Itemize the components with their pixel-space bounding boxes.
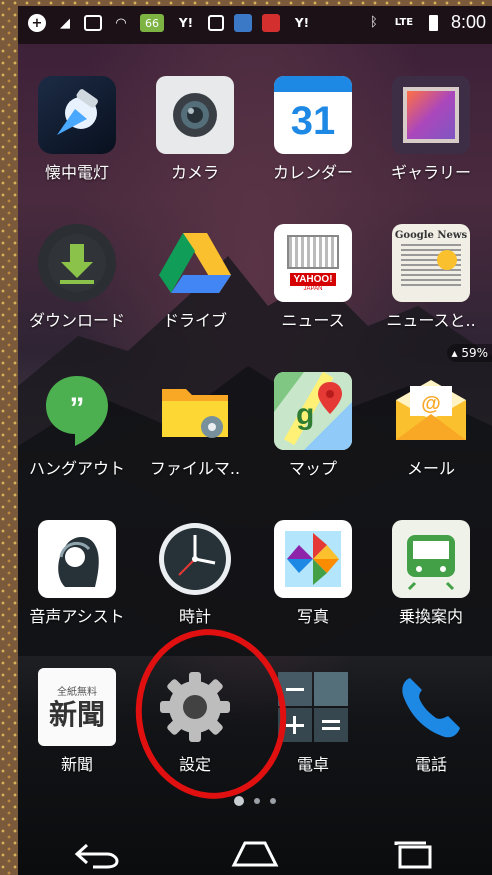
page-dot — [254, 798, 260, 804]
recents-button[interactable] — [373, 831, 453, 875]
plus-icon: + — [28, 14, 46, 32]
app-label: マップ — [288, 459, 337, 478]
app-file-manager[interactable]: ファイルマ.. — [136, 372, 254, 478]
app-calendar[interactable]: 31 カレンダー — [254, 76, 372, 182]
app-label: ハングアウト — [28, 459, 125, 478]
app-label: 写真 — [296, 607, 329, 626]
calendar-icon: 31 — [274, 76, 352, 154]
app-label: 乗換案内 — [398, 607, 463, 626]
gallery-icon — [392, 76, 470, 154]
app-transit[interactable]: 乗換案内 — [372, 520, 490, 626]
google-news-title: Google News — [394, 230, 468, 241]
drive-icon — [156, 224, 234, 302]
newspaper-top-text: 全紙無料 — [57, 686, 97, 698]
app-maps[interactable]: g マップ — [254, 372, 372, 478]
app-camera[interactable]: カメラ — [136, 76, 254, 182]
mail-icon: @ — [392, 372, 470, 450]
app-voice-assist[interactable]: 音声アシスト — [18, 520, 136, 626]
phone-icon — [392, 668, 470, 746]
svg-text:@: @ — [421, 393, 441, 415]
app-label: 音声アシスト — [29, 607, 125, 626]
svg-text:”: ” — [70, 392, 85, 425]
badge-icon: 66 — [140, 14, 164, 32]
photos-icon — [274, 520, 352, 598]
calendar-day: 31 — [290, 99, 336, 143]
folder-icon — [156, 372, 234, 450]
app-label: 新聞 — [60, 755, 93, 774]
yahoo-logo-sub: JAPAN — [303, 285, 323, 292]
flashlight-icon — [38, 76, 116, 154]
app-clock[interactable]: 時計 — [136, 520, 254, 626]
app-label: カレンダー — [272, 163, 353, 182]
lte-signal-icon: LTE — [394, 17, 414, 28]
app-news-yahoo[interactable]: YAHOO! JAPAN ニュース — [254, 224, 372, 330]
app-download[interactable]: ダウンロード — [18, 224, 136, 330]
home-screen: + ◢ ◠ 66 Y! Y! ᛒ LTE 8:00 ▴ 59% 懐中電灯 カメラ… — [18, 6, 492, 875]
app-photos[interactable]: 写真 — [254, 520, 372, 626]
newspaper-big-text: 新聞 — [48, 697, 105, 731]
signal-triangle-icon: ◢ — [60, 15, 70, 31]
notification-icons: + ◢ ◠ 66 Y! Y! — [28, 14, 314, 32]
bluetooth-icon: ᛒ — [370, 15, 378, 30]
navigation-bar — [18, 826, 492, 875]
app-label: ダウンロード — [28, 311, 125, 330]
transit-icon — [392, 520, 470, 598]
wifi-icon: ◠ — [115, 15, 127, 31]
app-label: カメラ — [170, 163, 219, 182]
voice-assist-icon — [38, 520, 116, 598]
camera-icon — [156, 76, 234, 154]
app-gallery[interactable]: ギャラリー — [372, 76, 490, 182]
app-flashlight[interactable]: 懐中電灯 — [18, 76, 136, 182]
yahoo-logo-text: YAHOO! — [290, 272, 336, 286]
status-bar: + ◢ ◠ 66 Y! Y! ᛒ LTE 8:00 — [18, 6, 492, 44]
battery-percent-badge: ▴ 59% — [447, 344, 492, 362]
app-label: ニュースと.. — [386, 311, 476, 330]
clock-time: 8:00 — [450, 12, 486, 32]
image-icon — [84, 15, 102, 31]
app-label: 時計 — [178, 607, 211, 626]
recents-icon — [394, 841, 432, 868]
annotation-circle — [124, 619, 298, 809]
yahoo-news-icon: YAHOO! JAPAN — [274, 224, 352, 302]
app-label: 懐中電灯 — [44, 163, 109, 182]
blue-app-icon — [234, 14, 252, 32]
app-label: ギャラリー — [390, 163, 471, 182]
app-drive[interactable]: ドライブ — [136, 224, 254, 330]
svg-text:g: g — [296, 398, 314, 431]
app-label: ファイルマ.. — [149, 459, 241, 478]
yahoo-icon-2: Y! — [294, 16, 310, 30]
app-label: ドライブ — [162, 311, 227, 330]
app-mail[interactable]: @ メール — [372, 372, 490, 478]
app-label: ニュース — [281, 311, 345, 330]
yahoo-icon: Y! — [178, 16, 194, 30]
page-dot — [270, 798, 276, 804]
app-newspaper[interactable]: 全紙無料 新聞 新聞 — [18, 668, 136, 774]
google-news-icon: Google News — [392, 224, 470, 302]
app-label: 電話 — [414, 755, 447, 774]
decorative-frame: + ◢ ◠ 66 Y! Y! ᛒ LTE 8:00 ▴ 59% 懐中電灯 カメラ… — [0, 0, 492, 875]
download-icon — [38, 224, 116, 302]
newspaper-icon: 全紙無料 新聞 — [38, 668, 116, 746]
calendar-small-icon — [208, 15, 224, 31]
hangouts-icon: ” — [38, 372, 116, 450]
battery-icon — [425, 14, 443, 32]
app-phone[interactable]: 電話 — [372, 668, 490, 774]
system-icons: ᛒ LTE 8:00 — [365, 12, 486, 33]
maps-icon: g — [274, 372, 352, 450]
back-button[interactable] — [57, 831, 137, 875]
back-icon — [74, 843, 119, 868]
battery-small-icon: ▴ — [451, 346, 458, 360]
clock-icon — [156, 520, 234, 598]
page-dot-active — [234, 796, 244, 806]
page-indicator — [18, 796, 492, 806]
app-label: メール — [406, 459, 455, 478]
home-button[interactable] — [215, 831, 295, 875]
app-hangouts[interactable]: ” ハングアウト — [18, 372, 136, 478]
red-app-icon — [262, 14, 280, 32]
home-icon — [231, 841, 279, 866]
app-google-news[interactable]: Google News ニュースと.. — [372, 224, 490, 330]
